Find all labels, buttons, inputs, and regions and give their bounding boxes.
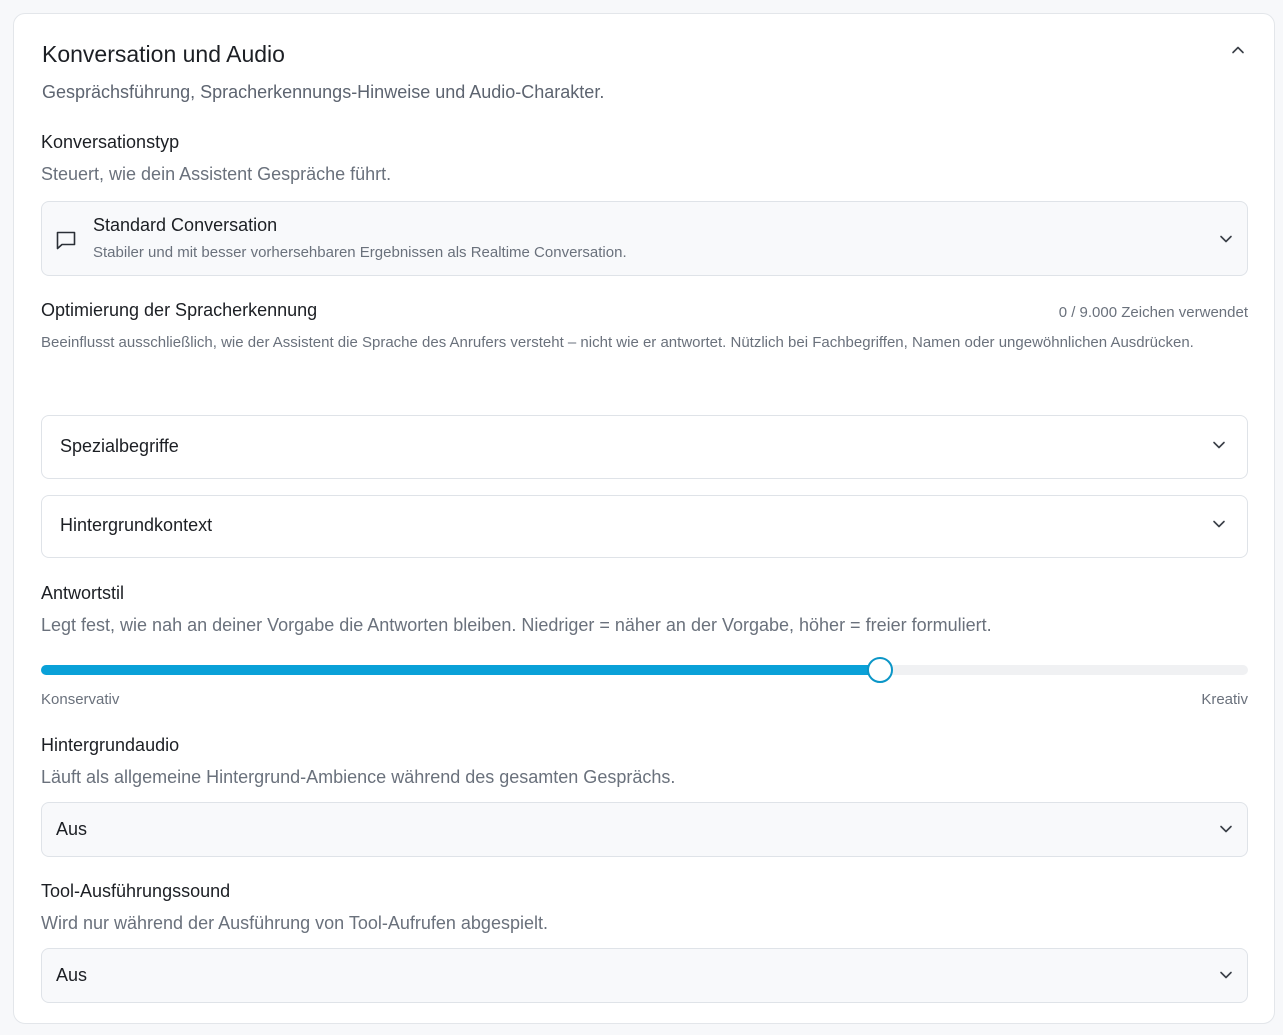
slider-thumb[interactable] [867, 657, 893, 683]
chevron-down-icon [1213, 520, 1225, 528]
response-style-slider[interactable] [41, 657, 1248, 683]
conversation-audio-card: Konversation und Audio Gesprächsführung,… [13, 13, 1275, 1024]
chevron-down-icon [1220, 825, 1232, 833]
conversation-type-select[interactable]: Standard Conversation Stabiler und mit b… [41, 201, 1248, 276]
tool-sound-value: Aus [56, 965, 88, 985]
background-context-label: Hintergrundkontext [60, 515, 213, 535]
tool-sound-select[interactable]: Aus [41, 948, 1248, 1003]
chevron-up-icon [1232, 46, 1244, 54]
slider-max-label: Kreativ [1201, 691, 1248, 708]
special-terms-label: Spezialbegriffe [60, 436, 179, 456]
chevron-down-icon [1220, 971, 1232, 979]
response-style-description: Legt fest, wie nah an deiner Vorgabe die… [41, 615, 992, 635]
conversation-type-selected-subtitle: Stabiler und mit besser vorhersehbaren E… [93, 244, 627, 261]
background-context-accordion[interactable]: Hintergrundkontext [41, 495, 1248, 558]
tool-sound-description: Wird nur während der Ausführung von Tool… [41, 913, 548, 933]
slider-min-label: Konservativ [41, 691, 120, 708]
background-audio-description: Läuft als allgemeine Hintergrund-Ambienc… [41, 767, 676, 787]
section-subtitle: Gesprächsführung, Spracherkennungs-Hinwe… [42, 82, 605, 102]
chat-bubble-icon [56, 231, 76, 250]
slider-fill [41, 665, 880, 675]
conversation-type-description: Steuert, wie dein Assistent Gespräche fü… [41, 164, 392, 184]
conversation-type-selected-title: Standard Conversation [93, 215, 278, 235]
background-audio-select[interactable]: Aus [41, 802, 1248, 857]
speech-recognition-label: Optimierung der Spracherkennung [41, 300, 318, 320]
collapse-button[interactable] [1226, 38, 1250, 62]
response-style-label: Antwortstil [41, 583, 125, 603]
speech-recognition-description: Beeinflusst ausschließlich, wie der Assi… [41, 334, 1194, 351]
chevron-down-icon [1220, 235, 1232, 243]
section-title: Konversation und Audio [42, 41, 285, 67]
background-audio-label: Hintergrundaudio [41, 735, 180, 755]
tool-sound-label: Tool-Ausführungssound [41, 881, 231, 901]
chevron-down-icon [1213, 441, 1225, 449]
conversation-type-label: Konversationstyp [41, 132, 180, 152]
special-terms-accordion[interactable]: Spezialbegriffe [41, 415, 1248, 479]
background-audio-value: Aus [56, 819, 88, 839]
character-counter: 0 / 9.000 Zeichen verwendet [1058, 304, 1248, 321]
